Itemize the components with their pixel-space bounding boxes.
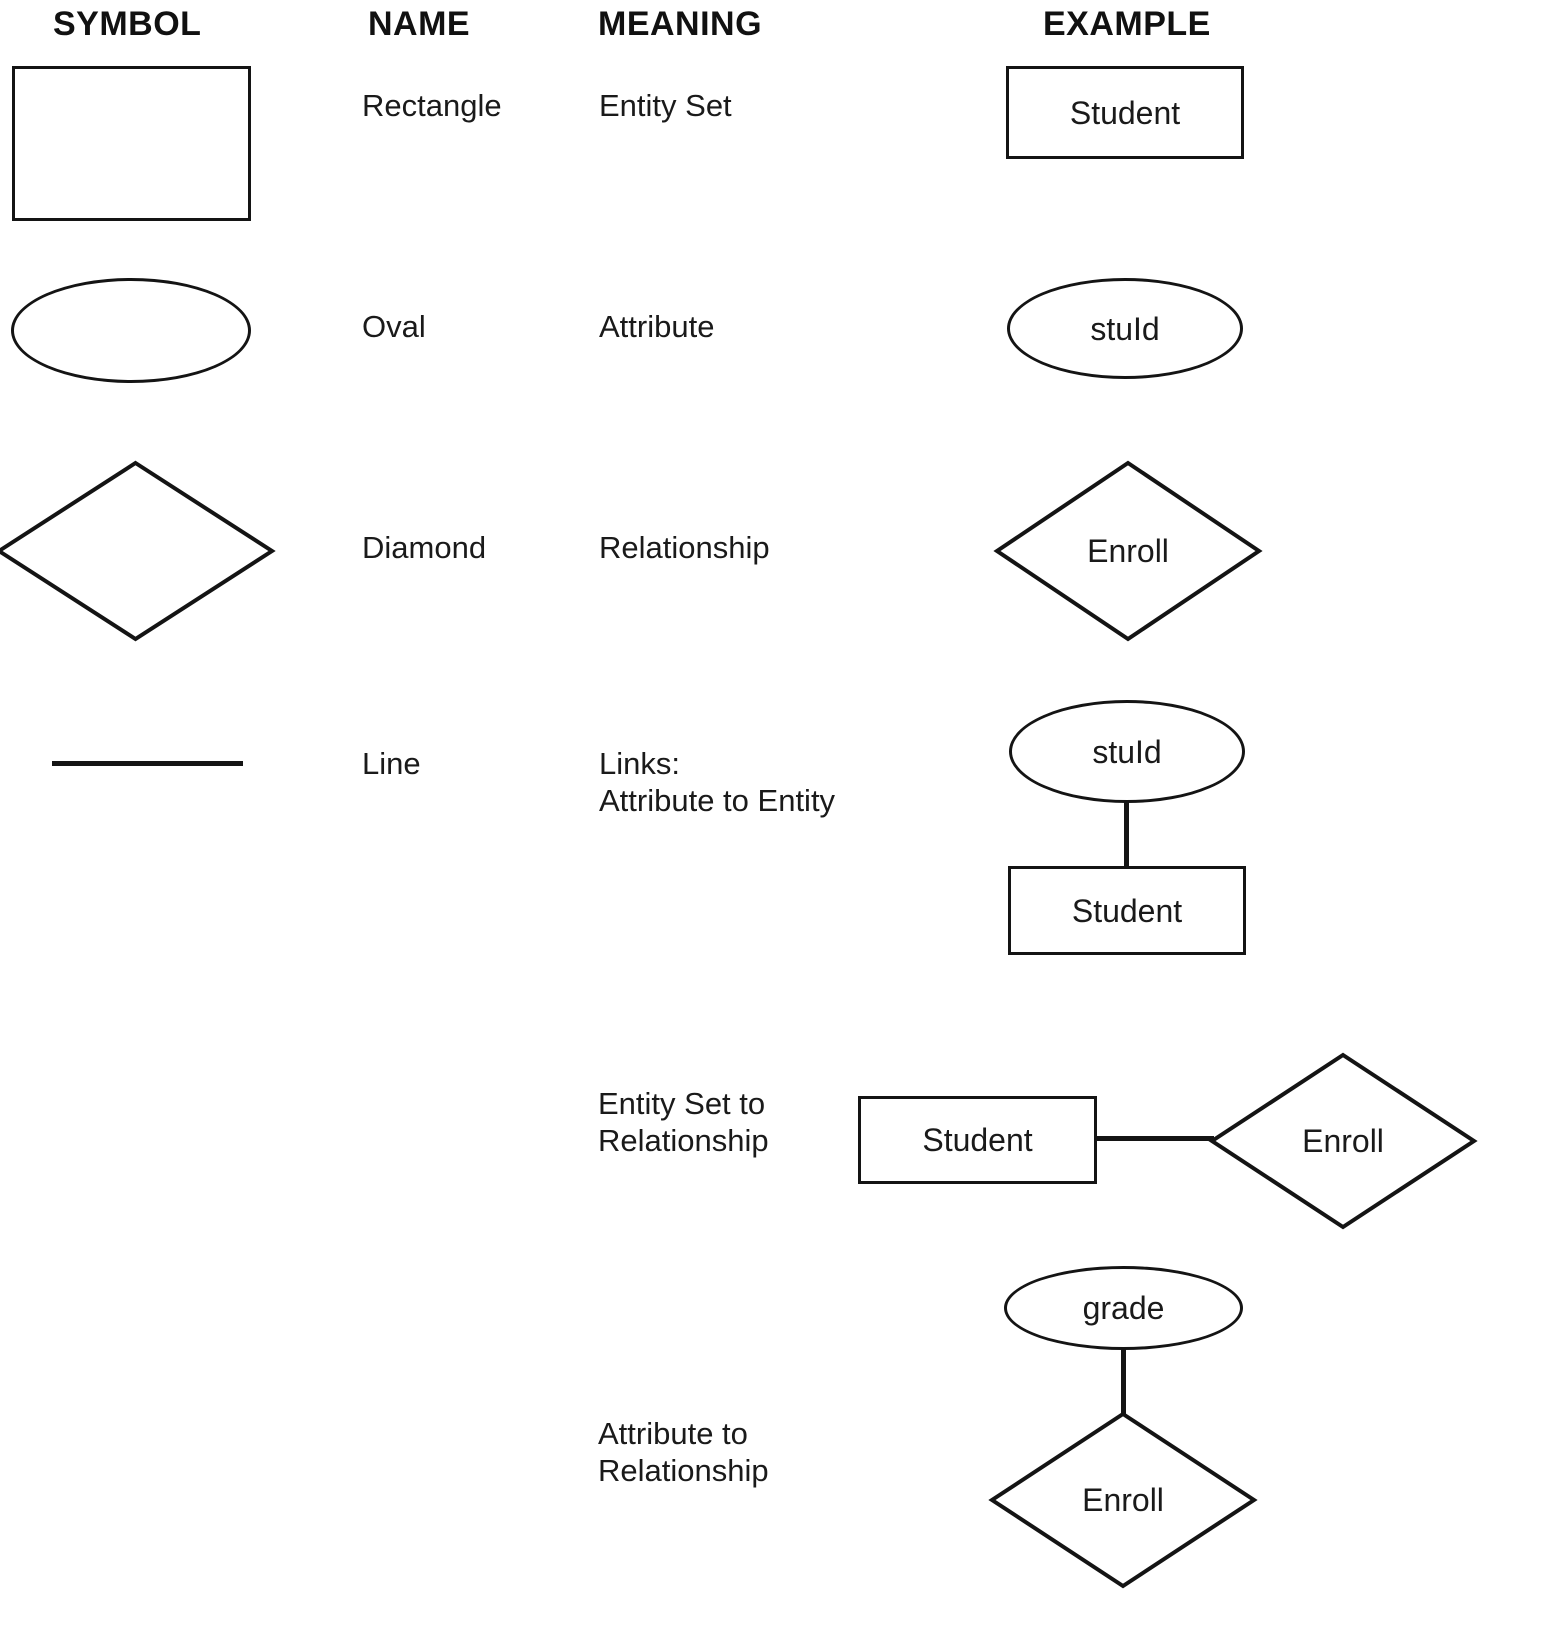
column-header-symbol: SYMBOL bbox=[53, 5, 202, 43]
example-attribute-stuid-1: stuId bbox=[1007, 278, 1243, 379]
connector-line-entity-to-relationship bbox=[1094, 1136, 1214, 1141]
example-relationship-enroll-2: Enroll bbox=[1208, 1052, 1478, 1230]
example-entity-student-3: Student bbox=[858, 1096, 1097, 1184]
example-entity-student-2: Student bbox=[1008, 866, 1246, 955]
name-cell-oval: Oval bbox=[362, 309, 426, 344]
er-notation-legend: SYMBOL NAME MEANING EXAMPLE Rectangle En… bbox=[0, 0, 1547, 1647]
meaning-cell-attribute: Attribute bbox=[599, 309, 715, 344]
shape-label: stuId bbox=[1090, 310, 1160, 347]
meaning-cell-attribute-to-relationship: Attribute to Relationship bbox=[598, 1416, 769, 1488]
shape-label: Student bbox=[1071, 892, 1183, 929]
shape-label: Student bbox=[1069, 94, 1181, 131]
column-header-name: NAME bbox=[368, 5, 471, 43]
example-relationship-enroll-3: Enroll bbox=[988, 1411, 1258, 1589]
example-attribute-grade: grade bbox=[1004, 1266, 1243, 1350]
column-header-example: EXAMPLE bbox=[1043, 5, 1211, 43]
shape-label: grade bbox=[1082, 1290, 1165, 1326]
symbol-oval bbox=[11, 278, 251, 383]
example-attribute-stuid-2: stuId bbox=[1009, 700, 1245, 803]
example-relationship-enroll-1: Enroll bbox=[993, 460, 1263, 642]
example-entity-student-1: Student bbox=[1006, 66, 1244, 159]
symbol-line bbox=[52, 761, 243, 766]
name-cell-rectangle: Rectangle bbox=[362, 88, 502, 123]
symbol-diamond bbox=[0, 460, 276, 642]
shape-label: stuId bbox=[1092, 733, 1162, 770]
column-header-meaning: MEANING bbox=[598, 5, 763, 43]
shape-label: Student bbox=[922, 1122, 1033, 1158]
meaning-cell-entity-set-to-relationship: Entity Set to Relationship bbox=[598, 1086, 769, 1158]
symbol-rectangle bbox=[12, 66, 251, 221]
connector-line-attribute-to-relationship bbox=[1121, 1347, 1126, 1415]
meaning-cell-relationship: Relationship bbox=[599, 530, 770, 565]
meaning-cell-links: Links: Attribute to Entity bbox=[599, 746, 836, 818]
name-cell-diamond: Diamond bbox=[362, 530, 487, 565]
meaning-cell-entity-set: Entity Set bbox=[599, 88, 732, 123]
connector-line-attribute-to-entity bbox=[1124, 800, 1129, 870]
name-cell-line: Line bbox=[362, 746, 421, 781]
